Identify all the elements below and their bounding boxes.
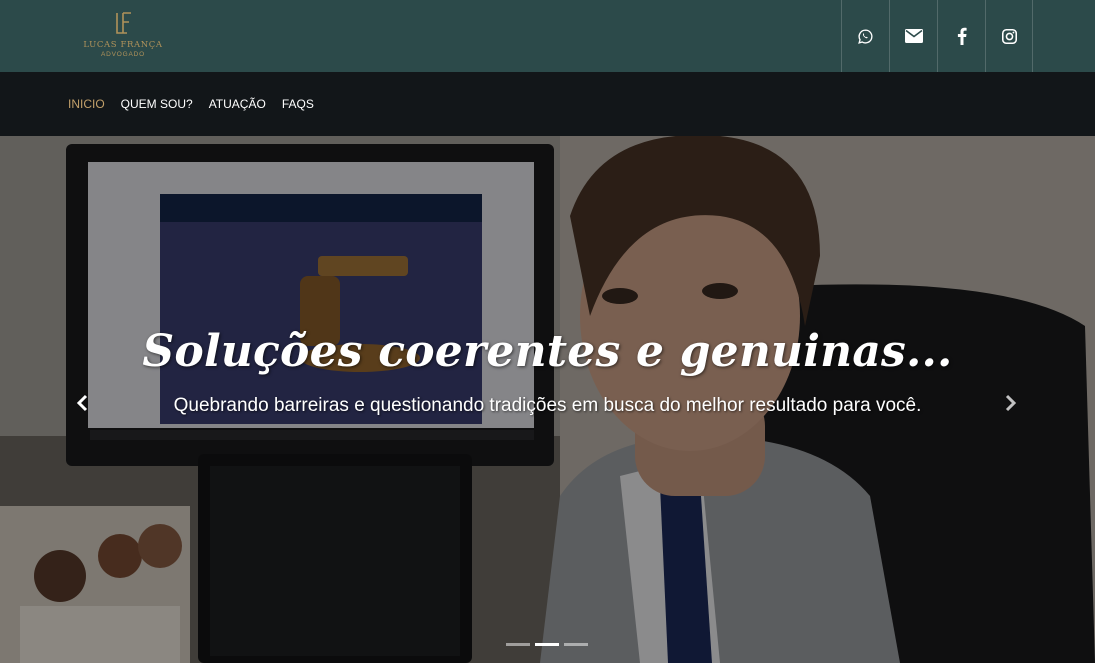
carousel-next-button[interactable] (997, 389, 1025, 417)
carousel-indicator[interactable] (506, 643, 530, 646)
facebook-button[interactable] (937, 0, 985, 72)
social-links (841, 0, 1033, 72)
carousel-indicator-active[interactable] (535, 643, 559, 646)
envelope-icon (904, 29, 923, 43)
carousel-prev-button[interactable] (68, 389, 96, 417)
nav-item-atuacao[interactable]: ATUAÇÃO (209, 97, 266, 111)
chevron-left-icon (76, 394, 88, 412)
instagram-button[interactable] (985, 0, 1033, 72)
brand-subtitle: ADVOGADO (101, 51, 145, 58)
email-button[interactable] (889, 0, 937, 72)
carousel-indicators (506, 643, 593, 646)
hero-subtitle: Quebrando barreiras e questionando tradi… (173, 395, 922, 416)
instagram-icon (1001, 28, 1017, 44)
carousel-indicator[interactable] (564, 643, 588, 646)
hero-title: Soluções coerentes e genuinas... (142, 326, 953, 377)
hero-carousel: Soluções coerentes e genuinas... Quebran… (0, 136, 1095, 663)
whatsapp-button[interactable] (841, 0, 889, 72)
nav-menu: INICIO QUEM SOU? ATUAÇÃO FAQS (68, 72, 330, 136)
main-navbar: INICIO QUEM SOU? ATUAÇÃO FAQS (0, 72, 1095, 136)
top-header: LUCAS FRANÇA ADVOGADO (0, 0, 1095, 72)
chevron-right-icon (1005, 394, 1017, 412)
brand-logo[interactable]: LUCAS FRANÇA ADVOGADO (80, 11, 166, 63)
monogram-icon (116, 12, 131, 34)
hero-caption: Soluções coerentes e genuinas... Quebran… (0, 326, 1095, 421)
nav-item-inicio[interactable]: INICIO (68, 97, 105, 111)
nav-item-faqs[interactable]: FAQS (282, 97, 314, 111)
facebook-icon (957, 27, 967, 45)
nav-item-quem-sou[interactable]: QUEM SOU? (121, 97, 193, 111)
brand-name: LUCAS FRANÇA (83, 40, 163, 50)
whatsapp-icon (858, 28, 873, 44)
